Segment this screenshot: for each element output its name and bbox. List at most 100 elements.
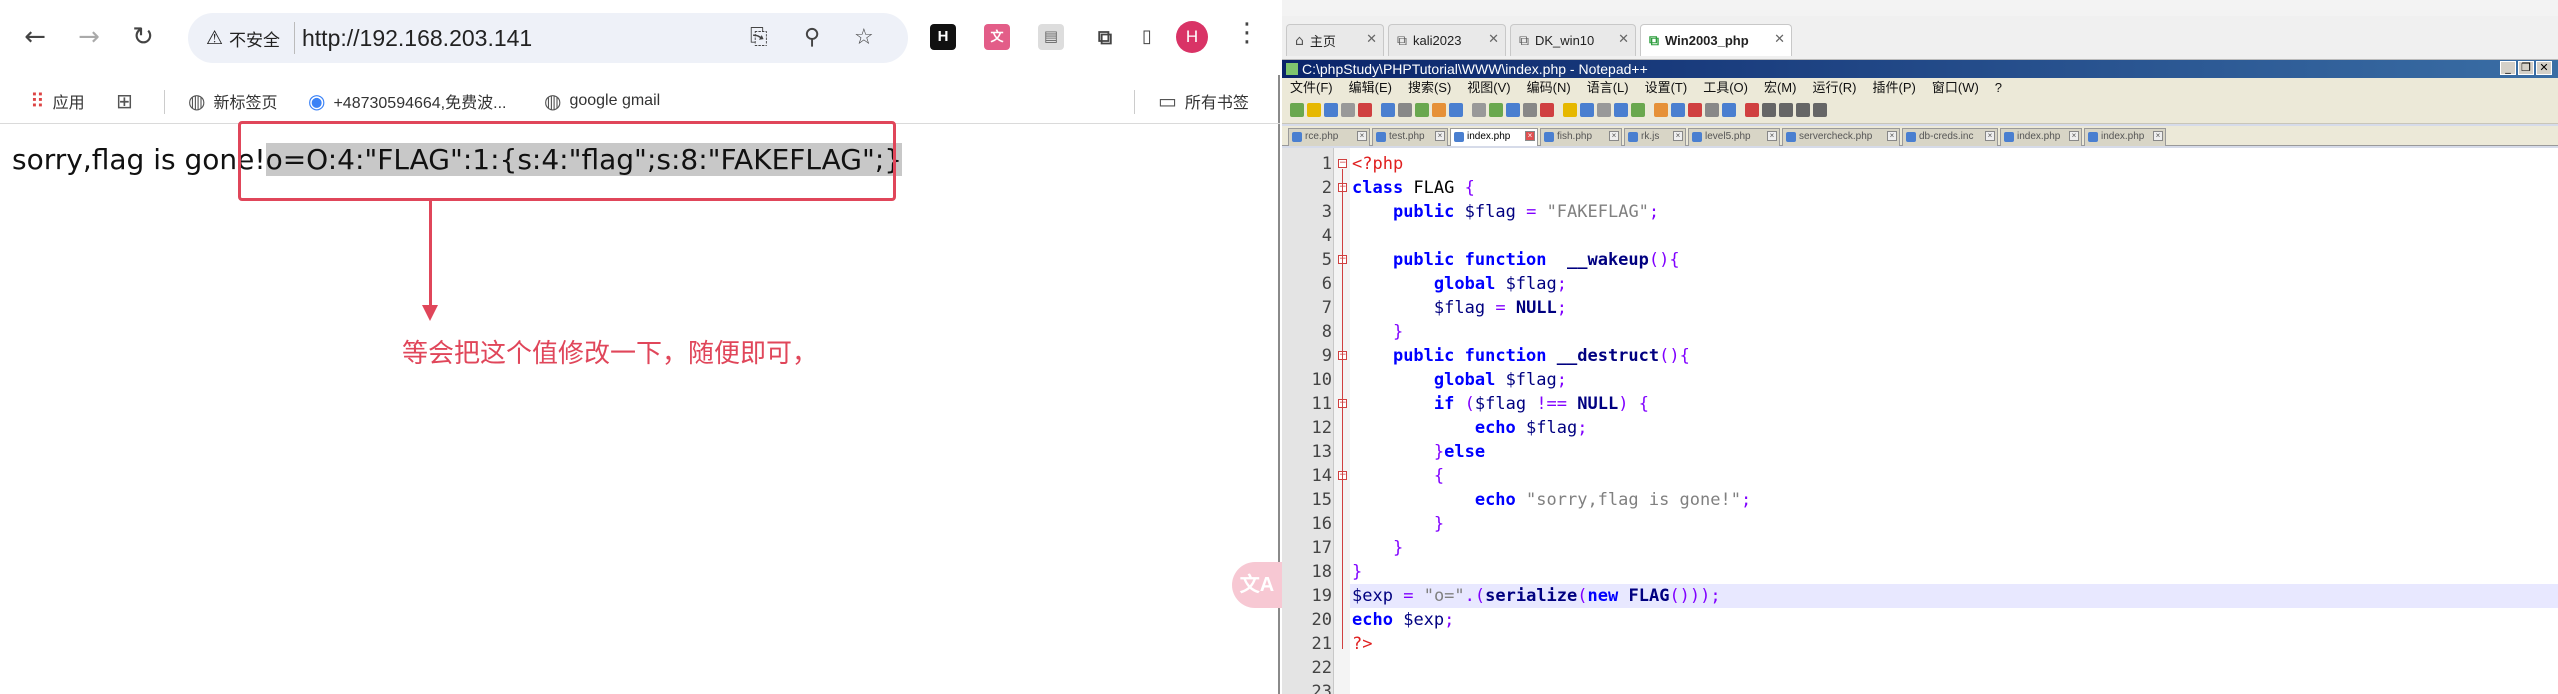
toolbar-button-icon[interactable] bbox=[1580, 103, 1594, 117]
close-tab-icon[interactable]: × bbox=[1673, 131, 1683, 141]
doc-tab[interactable]: index.php × bbox=[2000, 128, 2082, 146]
toolbar-button-icon[interactable] bbox=[1671, 103, 1685, 117]
bookmark-google-gmail[interactable]: ◍ google gmail bbox=[544, 86, 660, 116]
bookmark-new-tab[interactable]: ◍ 新标签页 bbox=[188, 86, 277, 116]
fold-toggle-icon[interactable]: − bbox=[1338, 159, 1347, 168]
bookmark-all[interactable]: ▭ 所有书签 bbox=[1158, 86, 1249, 116]
toolbar-button-icon[interactable] bbox=[1540, 103, 1554, 117]
extension-h-icon[interactable]: H bbox=[930, 24, 956, 50]
close-tab-icon[interactable]: × bbox=[1887, 131, 1897, 141]
toolbar-button-icon[interactable] bbox=[1415, 103, 1429, 117]
vm-tab-win2003[interactable]: ⧉ Win2003_php ✕ bbox=[1640, 24, 1792, 56]
doc-tab[interactable]: test.php × bbox=[1372, 128, 1448, 146]
close-icon[interactable]: ✕ bbox=[1488, 32, 1499, 47]
close-icon[interactable]: ✕ bbox=[1618, 32, 1629, 47]
toolbar-button-icon[interactable] bbox=[1523, 103, 1537, 117]
doc-tab[interactable]: level5.php × bbox=[1688, 128, 1780, 146]
doc-tab[interactable]: rce.php × bbox=[1288, 128, 1370, 146]
doc-tab[interactable]: rk.js × bbox=[1624, 128, 1686, 146]
toolbar-button-icon[interactable] bbox=[1796, 103, 1810, 117]
menu-item[interactable]: 文件(F) bbox=[1290, 80, 1333, 95]
vm-tab-win10[interactable]: ⧉ DK_win10 ✕ bbox=[1510, 24, 1636, 56]
toolbar-button-icon[interactable] bbox=[1631, 103, 1645, 117]
toolbar-button-icon[interactable] bbox=[1597, 103, 1611, 117]
extension-translate-icon[interactable]: 文 bbox=[984, 24, 1010, 50]
toolbar-button-icon[interactable] bbox=[1432, 103, 1446, 117]
toolbar-button-icon[interactable] bbox=[1506, 103, 1520, 117]
doc-tab[interactable]: index.php × bbox=[2084, 128, 2166, 146]
extension-doc-icon[interactable]: ▤ bbox=[1038, 24, 1064, 50]
translate-page-icon[interactable]: ⎘ bbox=[750, 25, 768, 50]
zoom-icon[interactable]: ⚲ bbox=[804, 25, 820, 50]
code-line: echo $exp; bbox=[1352, 608, 1454, 632]
menu-item[interactable]: 插件(P) bbox=[1873, 80, 1916, 95]
toolbar-button-icon[interactable] bbox=[1762, 103, 1776, 117]
vm-tab-home[interactable]: ⌂ 主页 ✕ bbox=[1286, 24, 1384, 56]
doc-tab[interactable]: db-creds.inc × bbox=[1902, 128, 1998, 146]
menu-item[interactable]: 编辑(E) bbox=[1349, 80, 1392, 95]
address-bar[interactable]: ⚠ 不安全 http://192.168.203.141 ⎘ ⚲ ☆ bbox=[188, 13, 908, 63]
menu-item[interactable]: 窗口(W) bbox=[1932, 80, 1979, 95]
close-tab-icon[interactable]: × bbox=[2069, 131, 2079, 141]
restore-icon[interactable]: ❐ bbox=[2518, 61, 2534, 75]
toolbar-button-icon[interactable] bbox=[1614, 103, 1628, 117]
menu-item[interactable]: 宏(M) bbox=[1764, 80, 1797, 95]
close-icon[interactable]: ✕ bbox=[2536, 61, 2552, 75]
vm-tab-kali[interactable]: ⧉ kali2023 ✕ bbox=[1388, 24, 1506, 56]
close-tab-icon[interactable]: × bbox=[1357, 131, 1367, 141]
close-tab-icon[interactable]: × bbox=[1767, 131, 1777, 141]
toolbar-button-icon[interactable] bbox=[1449, 103, 1463, 117]
toolbar-button-icon[interactable] bbox=[1813, 103, 1827, 117]
doc-tab[interactable]: servercheck.php × bbox=[1782, 128, 1900, 146]
menu-item[interactable]: 设置(T) bbox=[1645, 80, 1688, 95]
url-text[interactable]: http://192.168.203.141 bbox=[302, 25, 532, 52]
bookmark-star-icon[interactable]: ☆ bbox=[854, 25, 874, 50]
close-tab-icon[interactable]: × bbox=[2153, 131, 2163, 141]
menu-item[interactable]: 语言(L) bbox=[1587, 80, 1629, 95]
close-tab-icon[interactable]: × bbox=[1609, 131, 1619, 141]
close-icon[interactable]: ✕ bbox=[1774, 32, 1785, 47]
toolbar-button-icon[interactable] bbox=[1341, 103, 1355, 117]
floating-translate-icon[interactable]: 文A bbox=[1232, 562, 1282, 608]
toolbar-button-icon[interactable] bbox=[1398, 103, 1412, 117]
menu-item[interactable]: 视图(V) bbox=[1467, 80, 1510, 95]
toolbar-button-icon[interactable] bbox=[1705, 103, 1719, 117]
toolbar-button-icon[interactable] bbox=[1489, 103, 1503, 117]
minimize-icon[interactable]: _ bbox=[2500, 61, 2516, 75]
profile-avatar[interactable]: H bbox=[1176, 21, 1208, 53]
bookmark-apps[interactable]: ⠿ 应用 bbox=[30, 86, 85, 116]
doc-tab[interactable]: fish.php × bbox=[1540, 128, 1622, 146]
security-chip[interactable]: ⚠ 不安全 bbox=[202, 22, 296, 54]
toolbar-button-icon[interactable] bbox=[1358, 103, 1372, 117]
toolbar-button-icon[interactable] bbox=[1472, 103, 1486, 117]
sidepanel-icon[interactable]: ▯ bbox=[1134, 24, 1160, 50]
menu-item[interactable]: 编码(N) bbox=[1527, 80, 1571, 95]
reload-icon[interactable]: ↻ bbox=[126, 20, 160, 54]
close-tab-icon[interactable]: × bbox=[1525, 131, 1535, 141]
back-icon[interactable]: ← bbox=[18, 20, 52, 54]
toolbar-button-icon[interactable] bbox=[1722, 103, 1736, 117]
toolbar-button-icon[interactable] bbox=[1324, 103, 1338, 117]
menu-item[interactable]: ? bbox=[1995, 80, 2002, 95]
toolbar-button-icon[interactable] bbox=[1779, 103, 1793, 117]
tab-groups-icon[interactable]: ⊞ bbox=[116, 86, 141, 116]
doc-tab[interactable]: index.php × bbox=[1450, 128, 1538, 146]
extensions-puzzle-icon[interactable]: ⧉ bbox=[1092, 24, 1118, 50]
forward-icon[interactable]: → bbox=[72, 20, 106, 54]
toolbar-button-icon[interactable] bbox=[1307, 103, 1321, 117]
close-tab-icon[interactable]: × bbox=[1985, 131, 1995, 141]
close-icon[interactable]: ✕ bbox=[1366, 32, 1377, 47]
menu-item[interactable]: 运行(R) bbox=[1812, 80, 1856, 95]
kebab-menu-icon[interactable]: ⋮ bbox=[1234, 18, 1260, 48]
bookmark-phone[interactable]: ◉ +48730594664,免费波... bbox=[308, 86, 506, 116]
toolbar-button-icon[interactable] bbox=[1381, 103, 1395, 117]
toolbar-button-icon[interactable] bbox=[1290, 103, 1304, 117]
close-tab-icon[interactable]: × bbox=[1435, 131, 1445, 141]
toolbar-button-icon[interactable] bbox=[1563, 103, 1577, 117]
menu-item[interactable]: 搜索(S) bbox=[1408, 80, 1451, 95]
code-editor[interactable]: 1 2 3 4 5 6 7 8 9 10 11 12 13 14 15 16 17 18 19 20 21 22 23 <?… bbox=[1282, 148, 2558, 694]
toolbar-button-icon[interactable] bbox=[1688, 103, 1702, 117]
toolbar-button-icon[interactable] bbox=[1654, 103, 1668, 117]
menu-item[interactable]: 工具(O) bbox=[1703, 80, 1748, 95]
toolbar-button-icon[interactable] bbox=[1745, 103, 1759, 117]
